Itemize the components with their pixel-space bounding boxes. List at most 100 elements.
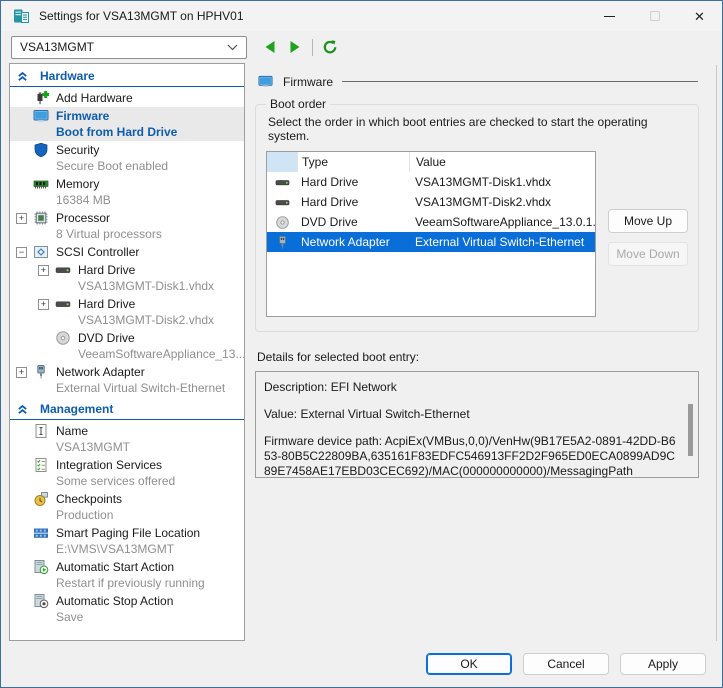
hard-drive-icon (55, 296, 71, 312)
network-adapter-icon (33, 364, 49, 380)
refresh-button[interactable] (322, 39, 338, 55)
details-label: Details for selected boot entry: (257, 350, 723, 364)
sidebar-item-add-hardware[interactable]: Add Hardware (10, 89, 244, 107)
details-scrollbar-thumb[interactable] (688, 404, 693, 456)
item-subtext: VeeamSoftwareAppliance_13.... (78, 346, 242, 362)
sidebar-item-dvd-drive-veeamsoftwareapplian[interactable]: DVD DriveVeeamSoftwareAppliance_13.... (10, 329, 244, 363)
item-subtext: 16384 MB (56, 192, 111, 208)
expand-slot (16, 176, 33, 192)
item-subtext: VSA13MGMT-Disk2.vhdx (78, 312, 214, 328)
name-icon (33, 423, 49, 439)
integration-services-icon (33, 457, 49, 473)
close-icon: ✕ (694, 10, 705, 23)
details-firmware-path: Firmware device path: AcpiEx(VMBus,0,0)/… (264, 434, 676, 479)
expand-toggle-icon[interactable]: + (16, 213, 27, 224)
item-subtext: Some services offered (56, 473, 175, 489)
memory-icon (33, 176, 49, 192)
dialog-footer: OK Cancel Apply (1, 641, 722, 687)
boot-entry-value: VSA13MGMT-Disk2.vhdx (409, 192, 595, 212)
sidebar-item-automatic-start-action-restart-if-previousl[interactable]: Automatic Start ActionRestart if previou… (10, 558, 244, 592)
dvd-drive-icon (275, 215, 290, 230)
maximize-button (632, 1, 677, 31)
item-subtext: Restart if previously running (56, 575, 205, 591)
apply-button[interactable]: Apply (620, 653, 706, 675)
cancel-button[interactable]: Cancel (523, 653, 609, 675)
navigate-forward-button[interactable] (287, 39, 303, 55)
item-label: Checkpoints (56, 491, 122, 507)
item-label: SCSI Controller (56, 244, 139, 260)
sidebar-item-hard-drive-vsa13mgmt-disk1-vhdx[interactable]: +Hard DriveVSA13MGMT-Disk1.vhdx (10, 261, 244, 295)
type-column-header: Type (297, 152, 409, 172)
sidebar-item-integration-services-some-services-offere[interactable]: Integration ServicesSome services offere… (10, 456, 244, 490)
expand-toggle-icon[interactable]: + (38, 299, 49, 310)
firmware-icon (33, 108, 49, 124)
sidebar-item-automatic-stop-action-save[interactable]: Automatic Stop ActionSave (10, 592, 244, 626)
boot-table-header: Type Value (267, 152, 595, 172)
boot-entry-hard-drive[interactable]: Hard DriveVSA13MGMT-Disk2.vhdx (267, 192, 595, 212)
details-box: Description: EFI Network Value: External… (255, 371, 699, 478)
expand-toggle-icon[interactable]: + (38, 265, 49, 276)
sidebar-item-checkpoints-production[interactable]: CheckpointsProduction (10, 490, 244, 524)
scsi-controller-icon (33, 244, 49, 260)
item-label: Smart Paging File Location (56, 525, 200, 541)
sidebar-item-network-adapter-external-virtual-swi[interactable]: +Network AdapterExternal Virtual Switch-… (10, 363, 244, 397)
item-label: Integration Services (56, 457, 175, 473)
network-adapter-icon (275, 235, 290, 250)
sidebar-section-hardware[interactable]: Hardware (10, 64, 244, 87)
details-value: Value: External Virtual Switch-Ethernet (264, 407, 676, 422)
chevron-double-up-icon (16, 403, 29, 416)
sidebar-item-processor-8-virtual-processors[interactable]: +Processor8 Virtual processors (10, 209, 244, 243)
minimize-button[interactable] (587, 1, 632, 31)
app-icon (13, 8, 30, 25)
item-subtext: VSA13MGMT-Disk1.vhdx (78, 278, 214, 294)
collapse-toggle-icon[interactable]: − (16, 247, 27, 258)
window-title: Settings for VSA13MGMT on HPHV01 (39, 9, 244, 23)
vm-selector-value: VSA13MGMT (20, 40, 94, 54)
navigate-back-button[interactable] (262, 39, 278, 55)
boot-entry-value: VSA13MGMT-Disk1.vhdx (409, 172, 595, 192)
checkpoints-icon (33, 491, 49, 507)
minimize-icon (604, 16, 615, 17)
expand-toggle-icon[interactable]: + (16, 367, 27, 378)
processor-icon (33, 210, 49, 226)
section-label: Hardware (40, 69, 95, 83)
sidebar-item-scsi-controller[interactable]: − SCSI Controller (10, 243, 244, 261)
ok-button[interactable]: OK (426, 653, 512, 675)
details-description: Description: EFI Network (264, 380, 676, 395)
maximize-icon (650, 11, 660, 21)
boot-entry-network-adapter[interactable]: Network AdapterExternal Virtual Switch-E… (267, 232, 595, 252)
icon-column-header (267, 152, 297, 172)
item-label: Automatic Start Action (56, 559, 205, 575)
sidebar-item-name-vsa13mgmt[interactable]: NameVSA13MGMT (10, 422, 244, 456)
boot-entry-dvd-drive[interactable]: DVD DriveVeeamSoftwareAppliance_13.0.1.1… (267, 212, 595, 232)
hard-drive-icon (55, 262, 71, 278)
sidebar-item-firmware-boot-from-hard-drive[interactable]: FirmwareBoot from Hard Drive (10, 107, 244, 141)
sidebar-section-management[interactable]: Management (10, 397, 244, 420)
title-bar: Settings for VSA13MGMT on HPHV01 ✕ (1, 1, 722, 31)
item-subtext: Production (56, 507, 122, 523)
item-subtext: Save (56, 609, 173, 625)
item-label: Hard Drive (78, 296, 214, 312)
expand-slot: + (38, 296, 55, 312)
sidebar-item-hard-drive-vsa13mgmt-disk2-vhdx[interactable]: + Hard DriveVSA13MGMT-Disk2.vhdx (10, 295, 244, 329)
expand-slot (16, 142, 33, 158)
move-down-button[interactable]: Move Down (608, 242, 688, 266)
boot-order-table: Type Value Hard DriveVSA13MGMT-Disk1.vhd… (266, 151, 596, 317)
item-label: Add Hardware (56, 90, 133, 106)
sidebar-item-memory-16384-mb[interactable]: Memory16384 MB (10, 175, 244, 209)
item-label: Automatic Stop Action (56, 593, 173, 609)
hard-drive-icon (275, 175, 290, 190)
close-button[interactable]: ✕ (677, 1, 722, 31)
settings-dialog: Settings for VSA13MGMT on HPHV01 ✕ VSA13… (0, 0, 723, 688)
item-subtext: Boot from Hard Drive (56, 124, 177, 140)
expand-slot: + (16, 364, 33, 380)
dvd-drive-icon (55, 330, 71, 346)
move-up-button[interactable]: Move Up (608, 209, 688, 233)
boot-entry-value: VeeamSoftwareAppliance_13.0.1.18... (409, 212, 595, 232)
sidebar-item-security-secure-boot-enabled[interactable]: SecuritySecure Boot enabled (10, 141, 244, 175)
expand-slot (16, 559, 33, 575)
item-label: Security (56, 142, 168, 158)
boot-entry-hard-drive[interactable]: Hard DriveVSA13MGMT-Disk1.vhdx (267, 172, 595, 192)
vm-selector-dropdown[interactable]: VSA13MGMT (11, 36, 247, 59)
sidebar-item-smart-paging-file-location-e-vms-vsa13mgmt[interactable]: Smart Paging File LocationE:\VMS\VSA13MG… (10, 524, 244, 558)
